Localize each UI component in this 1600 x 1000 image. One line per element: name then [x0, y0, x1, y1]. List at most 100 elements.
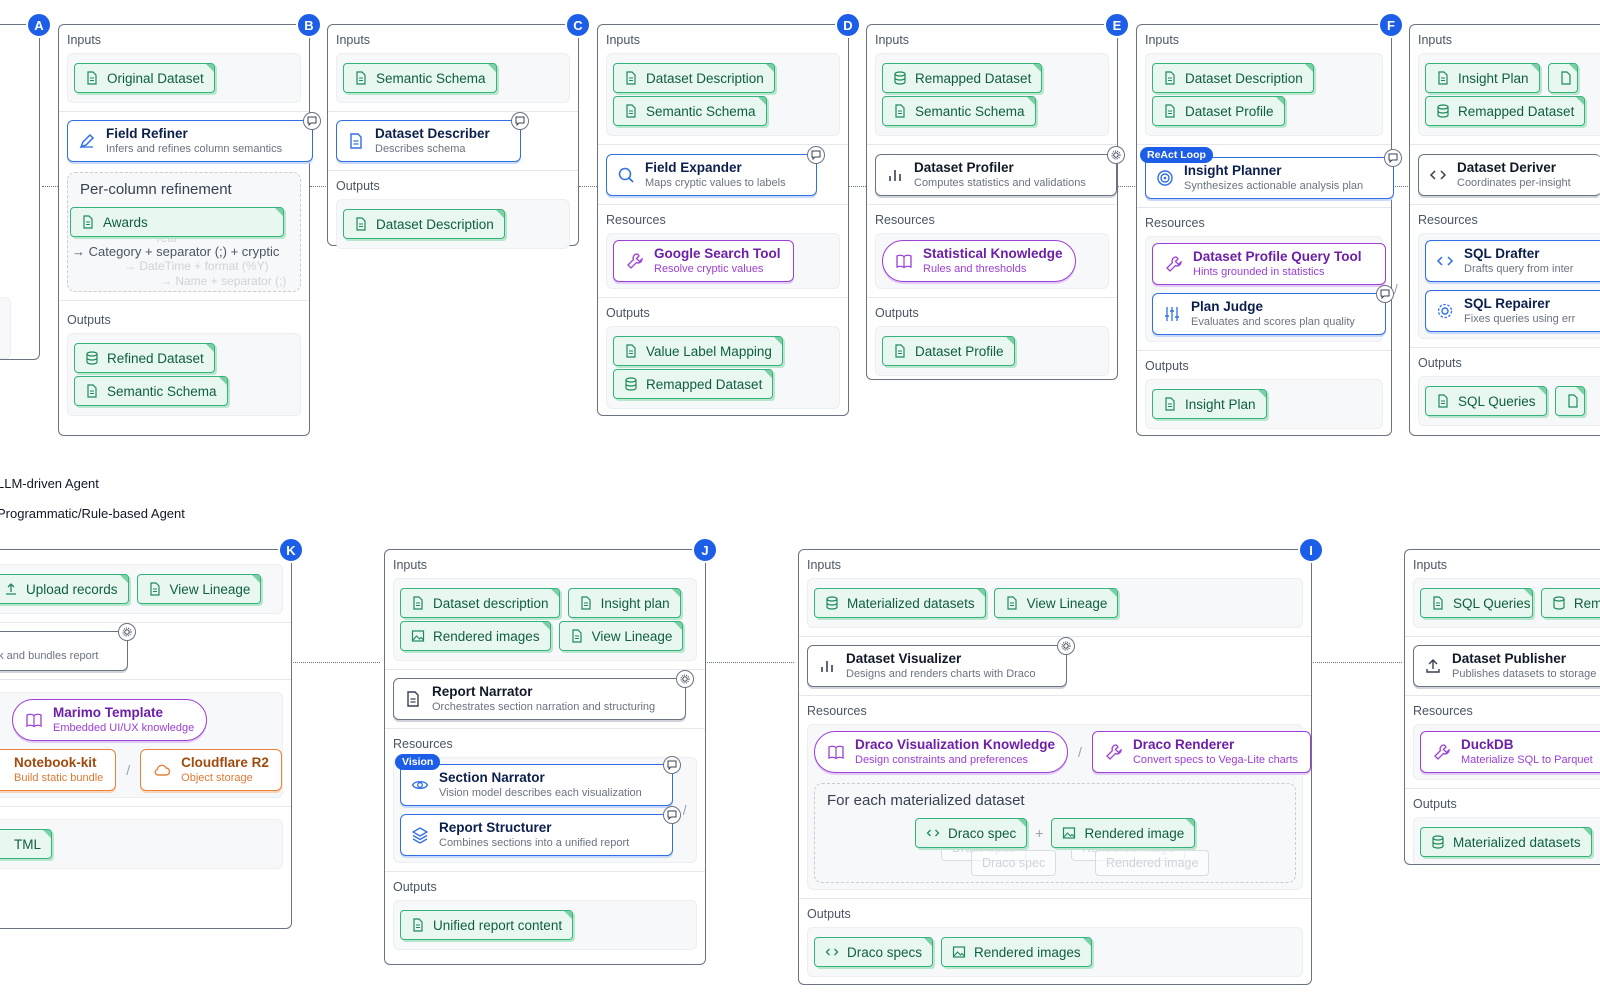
agent-dataset-publisher[interactable]: Dataset Publisher Publishes datasets to s…	[1413, 645, 1600, 687]
agent-plan-judge[interactable]: Plan Judge Evaluates and scores plan qual…	[1152, 285, 1394, 335]
artifact-chip[interactable]: Semantic Schema	[882, 96, 1036, 126]
outputs-label: Outputs	[1145, 359, 1189, 373]
agent-field-refiner[interactable]: Field Refiner Infers and refines column s…	[67, 112, 322, 162]
resource-title: Google Search Tool	[654, 246, 781, 261]
panel-a: A y	[0, 12, 52, 360]
chip-label: Rem	[1573, 595, 1600, 611]
ghost-chip: Rendered image	[1095, 850, 1210, 876]
resource-marimo-template[interactable]: Marimo Template Embedded UI/UX knowledge	[12, 699, 208, 741]
resource-profile-query-tool[interactable]: Dataset Profile Query Tool Hints grounded…	[1152, 243, 1386, 285]
artifact-chip[interactable]: Value Label Mapping	[613, 336, 783, 366]
artifact-chip[interactable]: View Lineage	[136, 574, 262, 604]
agent-dataset-profiler[interactable]: Dataset Profiler Computes statistics and …	[875, 146, 1125, 196]
panel-letter: A	[26, 12, 52, 38]
chip-label: Unified report content	[433, 917, 563, 933]
artifact-chip[interactable]: Insight Plan	[1152, 389, 1267, 419]
file-icon	[624, 104, 638, 118]
artifact-chip[interactable]: Remapped Dataset	[1425, 96, 1586, 126]
inputs-box: Original Dataset	[67, 53, 301, 103]
artifact-chip[interactable]: Dataset Description	[613, 63, 775, 93]
artifact-chip[interactable]: Dataset Profile	[882, 336, 1015, 366]
agent-sql-repairer[interactable]: SQL Repairer Fixes queries using err	[1425, 290, 1600, 332]
artifact-chip[interactable]: Insight plan	[567, 588, 681, 618]
image-icon	[1062, 826, 1076, 840]
vision-tag: Vision	[395, 754, 441, 770]
artifact-chip[interactable]: Materialized datasets	[1420, 827, 1592, 857]
agent-subtitle: Coordinates per-insight	[1457, 177, 1571, 189]
agent-insight-planner[interactable]: ReAct Loop Insight Planner Synthesizes ac…	[1140, 147, 1403, 199]
artifact-chip[interactable]: Rendered images	[941, 937, 1092, 967]
agent-report-narrator[interactable]: Report Narrator Orchestrates section narr…	[393, 670, 695, 720]
artifact-chip[interactable]: Draco spec	[915, 818, 1028, 848]
artifact-chip[interactable]: Semantic Schema	[74, 376, 228, 406]
outputs-label: Outputs	[67, 313, 111, 327]
per-column-group: Per-column refinement Year → DateTime + …	[67, 172, 301, 292]
artifact-chip[interactable]: Awards	[70, 207, 284, 237]
agent-dataset-visualizer[interactable]: Dataset Visualizer Designs and renders ch…	[807, 637, 1075, 687]
resource-draco-knowledge[interactable]: Draco Visualization Knowledge Design cons…	[814, 731, 1069, 773]
artifact-chip[interactable]: TML	[0, 829, 52, 859]
artifact-chip[interactable]: Dataset Description	[343, 209, 505, 239]
artifact-chip[interactable]: Original Dataset	[74, 63, 215, 93]
file-icon	[1163, 104, 1177, 118]
agent-subtitle: Infers and refines column semantics	[106, 143, 283, 155]
chip-label: Draco specs	[847, 944, 923, 960]
artifact-chip[interactable]: Remapped Dataset	[882, 63, 1043, 93]
panel-e: E Inputs Remapped Dataset Semantic Schem…	[866, 12, 1130, 380]
agent-dataset-deriver[interactable]: Dataset Deriver Coordinates per-insight	[1418, 154, 1600, 196]
artifact-chip[interactable]: SQL Queries	[1425, 386, 1547, 416]
agent-section: Dataset Deriver Coordinates per-insight	[1410, 145, 1600, 205]
artifact-chip[interactable]: Rem	[1540, 588, 1600, 618]
artifact-chip[interactable]	[1554, 386, 1585, 416]
agent-dataset-describer[interactable]: Dataset Describer Describes schema	[336, 112, 529, 162]
artifact-chip[interactable]	[1547, 63, 1578, 93]
agent-publisher-partial[interactable]: ok and bundles report	[0, 623, 136, 671]
artifact-chip[interactable]: Insight Plan	[1425, 63, 1540, 93]
outputs-section: TML	[0, 807, 291, 877]
agent-section-narrator[interactable]: Vision Section Narrator Vision model desc…	[395, 754, 681, 806]
artifact-chip[interactable]: Dataset Profile	[1152, 96, 1285, 126]
resource-statistical-knowledge[interactable]: Statistical Knowledge Rules and threshold…	[882, 240, 1076, 282]
agent-sql-drafter[interactable]: SQL Drafter Drafts query from inter	[1425, 240, 1600, 282]
book-icon	[895, 252, 913, 270]
outputs-label: Outputs	[875, 306, 919, 320]
agent-report-structurer[interactable]: Report Structurer Combines sections into …	[400, 806, 681, 856]
artifact-chip[interactable]: Unified report content	[400, 910, 574, 940]
chat-icon	[1384, 149, 1403, 167]
outputs-box: Unified report content	[393, 900, 697, 950]
resource-notebook-kit[interactable]: Notebook-kit Build static bundle	[0, 749, 117, 791]
agent-subtitle: Publishes datasets to storage	[1452, 668, 1597, 680]
artifact-chip[interactable]: Semantic Schema	[343, 63, 497, 93]
artifact-chip[interactable]: Semantic Schema	[613, 96, 767, 126]
agent-field-expander[interactable]: Field Expander Maps cryptic values to lab…	[606, 146, 825, 196]
plus-sign: +	[1035, 825, 1044, 841]
artifact-chip[interactable]: Materialized datasets	[814, 588, 986, 618]
artifact-chip[interactable]: Refined Dataset	[74, 343, 215, 373]
agent-subtitle: Evaluates and scores plan quality	[1191, 316, 1355, 328]
artifact-chip[interactable]: Draco specs	[814, 937, 934, 967]
resource-duckdb[interactable]: DuckDB Materialize SQL to Parquet	[1420, 731, 1600, 773]
chat-icon	[1375, 285, 1394, 303]
artifact-chip[interactable]: View Lineage	[558, 621, 684, 651]
agent-subtitle: Synthesizes actionable analysis plan	[1184, 180, 1364, 192]
resource-draco-renderer[interactable]: Draco Renderer Convert specs to Vega-Lite…	[1091, 731, 1312, 773]
outputs-section: Outputs Insight Plan	[1137, 351, 1391, 437]
file-icon	[354, 217, 368, 231]
artifact-chip[interactable]: Dataset Description	[1152, 63, 1314, 93]
resources-label: Resources	[606, 213, 666, 227]
artifact-chip[interactable]: SQL Queries	[1420, 588, 1533, 618]
resource-google-search[interactable]: Google Search Tool Resolve cryptic values	[613, 240, 794, 282]
artifact-chip[interactable]: Dataset description	[400, 588, 560, 618]
agent-title: SQL Repairer	[1464, 296, 1551, 311]
artifact-chip[interactable]: Rendered image	[1051, 818, 1196, 848]
gear-icon	[676, 670, 695, 688]
cloud-icon	[0, 761, 4, 779]
artifact-chip[interactable]: Upload records	[0, 574, 129, 604]
artifact-chip[interactable]: Remapped Dataset	[613, 369, 774, 399]
artifact-chip[interactable]: View Lineage	[993, 588, 1119, 618]
artifact-chip[interactable]: Rendered images	[400, 621, 551, 651]
agent-section: Report Narrator Orchestrates section narr…	[385, 670, 705, 729]
resource-cloudflare-r2[interactable]: Cloudflare R2 Object storage	[140, 749, 282, 791]
eye-icon	[411, 776, 429, 794]
code-icon	[1436, 252, 1454, 270]
